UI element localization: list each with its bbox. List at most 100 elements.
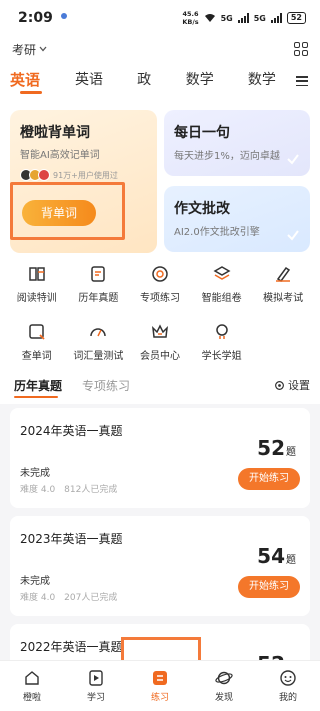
exam-card[interactable]: 2024年英语一真题 52 题 未完成 难度 4.0 812人已完成 开始练习	[10, 408, 310, 508]
tab-english-1[interactable]: 英语一	[10, 62, 53, 125]
net-speed: 45.6 KB/s	[182, 10, 198, 26]
person-icon	[215, 324, 228, 339]
question-count-unit: 题	[286, 447, 296, 458]
status-icons: 45.6 KB/s 5G 5G 52	[182, 10, 306, 26]
tool-grid: 阅读特训 历年真题 专项练习 智能组卷 模拟考试 查单词 词汇量测试 会员中心 …	[0, 260, 320, 376]
nav-study[interactable]: 学习	[64, 661, 128, 711]
exam-card[interactable]: 2023年英语一真题 54 题 未完成 难度 4.0 207人已完成 开始练习	[10, 516, 310, 616]
daily-subtitle: 每天进步1%，迈向卓越	[174, 151, 280, 162]
signal-1-label: 5G	[220, 13, 233, 23]
exam-meta: 难度 4.0 207人已完成	[20, 593, 118, 603]
start-practice-button[interactable]: 开始练习	[238, 468, 300, 490]
tab-math-2[interactable]: 数学二	[248, 62, 288, 124]
tab-past-papers[interactable]: 历年真题	[14, 377, 62, 398]
exam-title: 2022年英语一真题	[20, 640, 123, 654]
nav-label: 发现	[214, 693, 233, 703]
top-bar: 考研	[0, 36, 320, 62]
user-count: 91万+用户使用过	[53, 170, 118, 180]
pencil-icon	[276, 266, 291, 283]
smiley-icon	[280, 670, 296, 686]
question-count-value: 52	[257, 652, 285, 660]
exam-status: 未完成	[20, 576, 50, 587]
gear-icon	[275, 380, 284, 390]
nav-label: 学习	[86, 693, 105, 703]
exam-title: 2024年英语一真题	[20, 424, 123, 438]
nav-label: 我的	[278, 693, 297, 703]
nav-practice[interactable]: 练习	[128, 661, 192, 711]
tool-label: 查单词	[21, 351, 52, 362]
chevron-down-icon	[39, 46, 47, 52]
question-count-unit: 题	[286, 555, 296, 566]
tab-politics[interactable]: 政治	[137, 62, 164, 124]
question-count-value: 54	[257, 544, 285, 568]
vocab-subtitle: 智能AI高效记单词	[20, 150, 100, 161]
practice-icon	[153, 671, 167, 685]
signal-2-label: 5G	[253, 13, 266, 23]
signal-1-icon	[237, 13, 249, 23]
search-word-icon	[29, 324, 45, 340]
tool-member-center[interactable]: 会员中心	[129, 318, 191, 362]
planet-icon	[215, 671, 233, 685]
start-practice-button[interactable]: 开始练习	[238, 576, 300, 598]
tool-reading[interactable]: 阅读特训	[6, 260, 68, 304]
target-icon	[152, 266, 168, 282]
vocab-title: 橙啦背单词	[20, 125, 90, 141]
tool-label: 词汇量测试	[73, 351, 124, 362]
tool-vocab-test[interactable]: 词汇量测试	[68, 318, 130, 362]
essay-subtitle: AI2.0作文批改引擎	[174, 227, 260, 238]
nav-discover[interactable]: 发现	[192, 661, 256, 711]
section-tabs: 历年真题 专项练习 设置	[14, 374, 310, 398]
tool-label: 会员中心	[139, 351, 180, 362]
tool-mock-exam[interactable]: 模拟考试	[252, 260, 314, 304]
layers-icon	[213, 266, 231, 280]
tool-smart-paper[interactable]: 智能组卷	[191, 260, 253, 304]
tool-past-papers[interactable]: 历年真题	[68, 260, 130, 304]
gauge-icon	[90, 328, 107, 337]
check-icon	[287, 154, 299, 165]
wifi-icon	[204, 14, 215, 22]
exam-list: 2024年英语一真题 52 题 未完成 难度 4.0 812人已完成 开始练习 …	[0, 404, 320, 660]
nav-label: 练习	[150, 693, 169, 703]
document-icon	[91, 266, 106, 282]
settings-button[interactable]: 设置	[274, 377, 310, 393]
exam-question-count: 54 题	[257, 544, 296, 568]
tool-label: 模拟考试	[263, 293, 304, 304]
main-content: 橙啦背单词 智能AI高效记单词 91万+用户使用过 背单词 每日一句 每天进步1…	[0, 100, 320, 660]
exam-type-label: 考研	[12, 42, 37, 57]
tool-special-practice[interactable]: 专项练习	[129, 260, 191, 304]
exam-question-count: 52 题	[257, 652, 296, 660]
status-time: 2:09	[18, 10, 53, 26]
exam-meta: 难度 4.0 812人已完成	[20, 485, 118, 495]
question-count-value: 52	[257, 436, 285, 460]
crown-icon	[152, 324, 168, 338]
net-speed-unit: KB/s	[182, 18, 199, 26]
vocab-card[interactable]: 橙啦背单词 智能AI高效记单词 91万+用户使用过 背单词	[10, 110, 157, 253]
tabs-menu-icon[interactable]	[296, 76, 308, 86]
daily-sentence-card[interactable]: 每日一句 每天进步1%，迈向卓越	[164, 110, 310, 176]
user-avatars: 91万+用户使用过	[20, 169, 147, 181]
subject-tabs: 英语一 英语二 政治 数学一 数学二	[0, 62, 320, 125]
essay-correction-card[interactable]: 作文批改 AI2.0作文批改引擎	[164, 186, 310, 252]
highlight-box	[10, 182, 125, 240]
nav-profile[interactable]: 我的	[256, 661, 320, 711]
status-bar: 2:09 45.6 KB/s 5G 5G 52	[0, 0, 320, 36]
tool-lookup-word[interactable]: 查单词	[6, 318, 68, 362]
tab-special-practice[interactable]: 专项练习	[82, 377, 130, 394]
notification-dot-icon	[60, 13, 67, 19]
nav-home[interactable]: 橙啦	[0, 661, 64, 711]
tool-senior-students[interactable]: 学长学姐	[191, 318, 253, 362]
tab-english-2[interactable]: 英语二	[75, 62, 115, 124]
essay-title: 作文批改	[174, 201, 230, 217]
exam-status: 未完成	[20, 468, 50, 479]
tool-label: 专项练习	[139, 293, 180, 304]
check-icon	[287, 230, 299, 241]
grid-menu-icon[interactable]	[294, 42, 308, 56]
exam-type-select[interactable]: 考研	[12, 41, 47, 58]
avatar	[38, 169, 50, 181]
home-icon	[25, 671, 39, 685]
nav-label: 橙啦	[22, 693, 41, 703]
bottom-nav: 橙啦 学习 练习 发现 我的	[0, 660, 320, 711]
tab-math-1[interactable]: 数学一	[186, 62, 226, 124]
exam-title: 2023年英语一真题	[20, 532, 123, 546]
tool-label: 历年真题	[78, 293, 119, 304]
